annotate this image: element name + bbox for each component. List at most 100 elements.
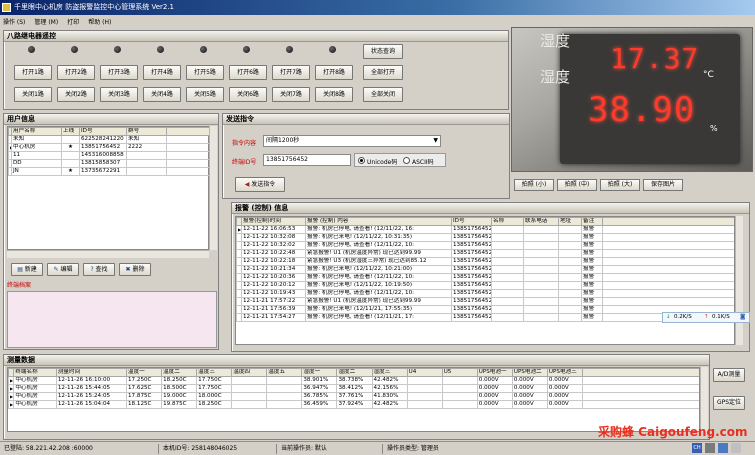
radio-unicode[interactable] xyxy=(358,157,365,164)
alarm-col-time[interactable]: 报警(控制)时间 xyxy=(241,217,306,226)
measure-col-header[interactable]: U5 xyxy=(441,368,478,377)
users-col-online[interactable]: 上线 xyxy=(61,127,80,136)
relay-open-button-3[interactable]: 打开3路 xyxy=(100,65,138,80)
measure-col-header[interactable]: UPS电池二 xyxy=(511,368,548,377)
alarm-col-phone[interactable]: 联系电话 xyxy=(523,217,559,226)
relay-close-button-1[interactable]: 关闭1路 xyxy=(14,87,52,102)
photo-large-button[interactable]: 拍照 (大) xyxy=(600,179,640,191)
photo-medium-button[interactable]: 拍照 (中) xyxy=(557,179,597,191)
menu-print[interactable]: 打印 xyxy=(67,17,79,26)
measure-col-header[interactable]: 湿度三 xyxy=(371,368,408,377)
measure-cell: 17.625C xyxy=(125,384,163,393)
users-col-id[interactable]: ID号 xyxy=(79,127,127,136)
measure-col-header[interactable]: 温度四 xyxy=(231,368,268,377)
relay-close-button-6[interactable]: 关闭6路 xyxy=(229,87,267,102)
alarm-table-row[interactable]: 12-11-22 10:20:12 报警: 机房已来电! (12/11/22, 1… xyxy=(236,281,734,290)
alarm-col-content[interactable]: 报警 (控制) 内容 xyxy=(305,217,452,226)
terminal-id-input[interactable]: 13851756452 xyxy=(263,154,351,166)
alarm-table-row[interactable]: 12-11-22 10:21:34 报警: 机房已来电! (12/11/22, 1… xyxy=(236,265,734,274)
measure-table-row[interactable]: ▶ 中心机房 12-11-26 15:44:05 17.625C 18.500C 17.7… xyxy=(8,384,699,393)
alarm-col-name[interactable]: 名称 xyxy=(491,217,524,226)
relay-close-button-7[interactable]: 关闭7路 xyxy=(272,87,310,102)
users-col-group[interactable]: 群号 xyxy=(126,127,167,136)
users-table-row[interactable]: JN ★ 13735672291 xyxy=(8,167,211,176)
measure-table-row[interactable]: ▶ 中心机房 12-11-26 15:04:04 18.125C 19.875C 18.2… xyxy=(8,400,699,409)
alarm-col-id[interactable]: ID号 xyxy=(451,217,492,226)
measure-col-header[interactable]: 温度三 xyxy=(196,368,233,377)
ad-measure-button[interactable]: A/D测量 xyxy=(713,368,745,382)
alarm-table-row[interactable]: 12-11-22 10:22:18 紧急报警! U3 (机房湿度三异常) 现已达到… xyxy=(236,257,734,266)
relay-status-query-button[interactable]: 状态查询 xyxy=(363,44,403,59)
measure-col-header[interactable]: U4 xyxy=(406,368,443,377)
relay-open-button-7[interactable]: 打开7路 xyxy=(272,65,310,80)
measure-col-header[interactable]: UPS电池一 xyxy=(476,368,513,377)
send-command-button[interactable]: ◀ 发送指令 xyxy=(235,177,285,192)
relay-open-button-4[interactable]: 打开4路 xyxy=(143,65,181,80)
find-user-button[interactable]: ? 查找 xyxy=(83,263,115,276)
relay-open-all-button[interactable]: 全部打开 xyxy=(363,65,403,80)
relay-close-button-3[interactable]: 关闭3路 xyxy=(100,87,138,102)
alarm-table-row[interactable]: 12-11-22 10:32:08 报警: 机房已来电! (12/11/22, 1… xyxy=(236,233,734,242)
measure-col-header[interactable]: 温度一 xyxy=(125,368,163,377)
menu-manage[interactable]: 管理 (M) xyxy=(34,17,58,26)
alarm-table-row[interactable]: 12-11-21 17:54:27 报警: 机房已停电, 请查看! (12/11/… xyxy=(236,313,734,322)
users-cell: 13851756452 xyxy=(79,143,127,152)
command-select[interactable]: 间隔1200秒 ▼ xyxy=(263,135,441,147)
measure-table-row[interactable]: ▶ 中心机房 12-11-26 16:10:00 17.250C 18.250C 17.7… xyxy=(8,376,699,385)
relay-close-button-2[interactable]: 关闭2路 xyxy=(57,87,95,102)
measure-col-header[interactable]: 湿度二 xyxy=(336,368,373,377)
measure-col-header[interactable]: UPS电池三 xyxy=(546,368,584,377)
tray-help-icon[interactable] xyxy=(718,443,728,453)
new-user-button[interactable]: ▤ 新建 xyxy=(11,263,43,276)
measure-col-header[interactable]: 湿度一 xyxy=(301,368,338,377)
alarm-vscroll[interactable] xyxy=(735,216,743,345)
users-col-name[interactable]: 用户名称 xyxy=(11,127,62,136)
measure-col-header[interactable]: 测量时间 xyxy=(55,368,127,377)
photo-small-button[interactable]: 拍照 (小) xyxy=(514,179,554,191)
relay-close-button-8[interactable]: 关闭8路 xyxy=(315,87,353,102)
alarm-cell: 13851756452 xyxy=(451,257,492,266)
users-hscroll[interactable] xyxy=(7,250,209,258)
users-table-row[interactable]: ▶中心机房★138517564522222 xyxy=(8,143,211,152)
alarm-col-address[interactable]: 地址 xyxy=(558,217,582,226)
radio-ascii[interactable] xyxy=(403,157,410,164)
alarm-table-row[interactable]: 12-11-22 10:32:02 报警: 机房已停电, 请查看! (12/11/… xyxy=(236,241,734,250)
relay-open-button-5[interactable]: 打开5路 xyxy=(186,65,224,80)
relay-close-button-5[interactable]: 关闭5路 xyxy=(186,87,224,102)
gps-locate-button[interactable]: GPS定位 xyxy=(713,396,745,410)
users-vscroll[interactable] xyxy=(209,126,217,250)
measure-table-row[interactable]: ▶ 中心机房 12-11-26 15:24:05 17.875C 19.000C 18.0… xyxy=(8,392,699,401)
save-image-button[interactable]: 保存图片 xyxy=(643,179,683,191)
users-table-row[interactable]: DD 13815858307 xyxy=(8,159,211,168)
archive-textarea[interactable] xyxy=(7,291,217,348)
measure-col-header[interactable]: 温度五 xyxy=(266,368,303,377)
relay-open-button-1[interactable]: 打开1路 xyxy=(14,65,52,80)
alarm-table-row[interactable]: 12-11-21 17:56:39 报警: 机房已来电! (12/11/21, 1… xyxy=(236,305,734,314)
delete-user-button[interactable]: ✖ 删除 xyxy=(119,263,151,276)
edit-user-button[interactable]: ✎ 编辑 xyxy=(47,263,79,276)
measure-cell: 0.000V xyxy=(546,384,584,393)
users-table-row[interactable]: 11 145316008858 xyxy=(8,151,211,160)
alarm-table-row[interactable]: 12-11-22 10:19:43 报警: 机房已停电, 请查看! (12/11/… xyxy=(236,289,734,298)
menu-bar: 操作 (S) 管理 (M) 打印 帮助 (H) xyxy=(0,15,510,27)
tray-extra-icon[interactable] xyxy=(731,443,741,453)
alarm-cell: 报警 xyxy=(581,257,603,266)
measure-col-header[interactable]: 终端名称 xyxy=(13,368,57,377)
alarm-col-note[interactable]: 备注 xyxy=(581,217,603,226)
tray-input-icon[interactable] xyxy=(705,443,715,453)
measure-col-header[interactable]: 温度二 xyxy=(161,368,198,377)
relay-open-button-8[interactable]: 打开8路 xyxy=(315,65,353,80)
menu-help[interactable]: 帮助 (H) xyxy=(88,17,111,26)
alarm-cell xyxy=(523,257,559,266)
alarm-table-row[interactable]: ▶ 12-11-22 16:06:53 报警: 机房已停电, 请查看! (12/11… xyxy=(236,225,734,234)
tray-ch-icon[interactable]: CH xyxy=(692,443,702,453)
relay-open-button-6[interactable]: 打开6路 xyxy=(229,65,267,80)
relay-close-button-4[interactable]: 关闭4路 xyxy=(143,87,181,102)
menu-operate[interactable]: 操作 (S) xyxy=(3,17,25,26)
relay-open-button-2[interactable]: 打开2路 xyxy=(57,65,95,80)
alarm-table-row[interactable]: 12-11-22 10:20:36 报警: 机房已停电, 请查看! (12/11/… xyxy=(236,273,734,282)
alarm-table-row[interactable]: 12-11-21 17:57:22 紧急报警! U1 (机房温度异常) 现已达到9… xyxy=(236,297,734,306)
relay-close-all-button[interactable]: 全部关闭 xyxy=(363,87,403,102)
alarm-table-row[interactable]: 12-11-22 10:22:48 紧急报警! U1 (机房温度异常) 现已达到9… xyxy=(236,249,734,258)
users-table-row[interactable]: 未知 622528241220 未知 xyxy=(8,135,211,144)
